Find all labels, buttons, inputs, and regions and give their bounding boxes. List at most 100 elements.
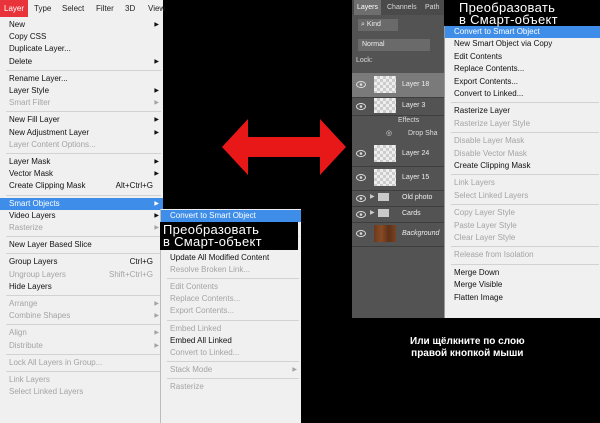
menu-item-group-layers[interactable]: Group Layers Ctrl+G (0, 256, 163, 268)
menubar-filter[interactable]: Filter (96, 0, 114, 17)
submenu-arrow-icon: ▶ (154, 171, 159, 178)
menu-item-create-clipping-mask[interactable]: Create Clipping Mask (445, 160, 600, 172)
chevron-right-icon[interactable]: ▶ (370, 193, 375, 200)
eye-icon[interactable] (356, 195, 366, 202)
submenu-arrow-icon: ▶ (154, 200, 159, 207)
menubar-view[interactable]: View (148, 0, 165, 17)
layer-row[interactable]: ▶ Cards (352, 206, 444, 223)
menu-item-label: Update All Modified Content (170, 252, 270, 262)
layer-row[interactable]: Layer 15 (352, 166, 444, 191)
submenu-arrow-icon: ▶ (154, 330, 159, 337)
menu-separator (167, 361, 299, 363)
menu-item-merge-visible[interactable]: Merge Visible (445, 279, 600, 291)
menu-item-label: Stack Mode (170, 365, 213, 375)
menu-item-label: Arrange (9, 299, 38, 308)
menu-item-convert-to-linked: Convert to Linked... (161, 347, 301, 359)
layer-row[interactable]: Background (352, 222, 444, 247)
menu-item-rasterize: Rasterize (161, 381, 301, 393)
menu-item-label: Link Layers (454, 178, 495, 188)
menu-separator (6, 295, 161, 296)
menu-separator (167, 278, 299, 279)
menu-item-rename-layer[interactable]: Rename Layer... (0, 73, 163, 85)
menu-item-label: Combine Shapes (9, 311, 71, 321)
menu-item-video-layers[interactable]: Video Layers ▶ (0, 210, 163, 222)
tab-layers[interactable]: Layers (354, 0, 382, 15)
menu-item-label: Convert to Linked... (170, 348, 240, 357)
menu-separator (6, 353, 161, 355)
menu-item-smart-filter: Smart Filter ▶ (0, 97, 163, 109)
callout-right-bottom: Или щёлкните по слою правой кнопкой мыши (410, 336, 525, 359)
tab-paths[interactable]: Path (422, 0, 442, 15)
menu-item-convert-to-smart-object[interactable]: Convert to Smart Object (161, 210, 301, 222)
menu-item-label: Smart Filter (9, 98, 51, 108)
menu-item-convert-to-smart-object[interactable]: Convert to Smart Object (445, 26, 600, 38)
menu-item-label: Layer Content Options... (9, 139, 96, 149)
layer-row[interactable]: ▶ Old photo (352, 190, 444, 207)
menu-item-hide-layers[interactable]: Hide Layers (0, 281, 163, 293)
menu-item-label: Merge Visible (454, 280, 503, 290)
menu-item-label: Lock All Layers in Group... (9, 357, 103, 367)
effects-row[interactable]: Effects (352, 115, 444, 127)
menu-item-arrange: Arrange ▶ (0, 298, 163, 310)
eye-icon[interactable] (356, 81, 366, 88)
menubar-layer[interactable]: Layer (0, 0, 29, 17)
menu-item-new[interactable]: New ▶ (0, 19, 163, 31)
menu-item-shortcut: Ctrl+G (129, 257, 153, 267)
callout-right-top: Преобразовать в Смарт-объект (459, 0, 558, 27)
menu-item-label: New (9, 20, 26, 29)
menu-item-vector-mask[interactable]: Vector Mask ▶ (0, 168, 163, 180)
blend-mode-value: Normal (362, 41, 385, 48)
chevron-right-icon[interactable]: ▶ (370, 209, 375, 216)
menu-item-release-from-isolation: Release from Isolation (445, 249, 600, 261)
menu-item-flatten-image[interactable]: Flatten Image (445, 292, 600, 304)
menu-item-create-clipping-mask[interactable]: Create Clipping Mask Alt+Ctrl+G (0, 180, 163, 192)
menu-item-export-contents[interactable]: Export Contents... (445, 76, 600, 88)
eye-icon[interactable] (356, 230, 366, 237)
menubar-type[interactable]: Type (34, 0, 51, 17)
menu-item-merge-down[interactable]: Merge Down (445, 267, 600, 279)
menu-item-select-linked-layers: Select Linked Layers (0, 386, 163, 398)
blend-mode-select[interactable]: Normal (358, 39, 430, 51)
folder-icon (378, 193, 389, 201)
kind-label: Kind (366, 21, 381, 28)
eye-icon[interactable] (356, 211, 366, 218)
menu-item-smart-objects[interactable]: Smart Objects ▶ (0, 197, 163, 210)
eye-icon[interactable] (356, 150, 366, 157)
submenu-arrow-icon: ▶ (154, 225, 159, 231)
menu-item-new-layer-based-slice[interactable]: New Layer Based Slice (0, 239, 163, 251)
menu-item-copy-css[interactable]: Copy CSS (0, 31, 163, 43)
kind-filter[interactable]: ⌕ Kind (358, 19, 398, 31)
menu-item-label: Merge Down (454, 267, 500, 277)
menu-item-embed-all-linked[interactable]: Embed All Linked (161, 335, 301, 347)
menu-item-distribute: Distribute ▶ (0, 340, 163, 352)
menu-item-layer-style[interactable]: Layer Style ▶ (0, 85, 163, 97)
menu-item-layer-mask[interactable]: Layer Mask ▶ (0, 156, 163, 168)
menu-item-label: Smart Objects (9, 198, 60, 208)
menu-item-label: Rasterize (9, 223, 43, 232)
menu-item-duplicate-layer[interactable]: Duplicate Layer... (0, 43, 163, 55)
menu-item-delete[interactable]: Delete ▶ (0, 56, 163, 68)
eye-icon[interactable] (356, 103, 366, 110)
menu-item-new-smart-object-via-copy[interactable]: New Smart Object via Copy (445, 38, 600, 50)
layer-row[interactable]: Layer 24 (352, 142, 444, 167)
eye-icon[interactable] (356, 174, 366, 181)
menu-item-label: Convert to Smart Object (454, 27, 540, 36)
menu-item-shortcut: Alt+Ctrl+G (115, 181, 153, 191)
menu-item-edit-contents[interactable]: Edit Contents (445, 51, 600, 63)
menu-item-label: Edit Contents (170, 282, 219, 291)
menu-item-new-adjustment-layer[interactable]: New Adjustment Layer ▶ (0, 127, 163, 139)
layer-row[interactable]: Layer 3 (352, 97, 444, 116)
tab-channels[interactable]: Channels (384, 0, 420, 15)
menu-item-replace-contents[interactable]: Replace Contents... (445, 63, 600, 75)
drop-shadow-row[interactable]: ◎ Drop Sha (352, 127, 444, 141)
menu-item-new-fill-layer[interactable]: New Fill Layer ▶ (0, 114, 163, 126)
menu-item-ungroup-layers: Ungroup Layers Shift+Ctrl+G (0, 269, 163, 281)
menu-item-rasterize-layer[interactable]: Rasterize Layer (445, 105, 600, 117)
menu-item-update-all-modified-content[interactable]: Update All Modified Content (161, 252, 301, 264)
layer-row[interactable]: Layer 18 (352, 73, 444, 98)
menubar-3d[interactable]: 3D (125, 0, 135, 17)
menubar-select[interactable]: Select (62, 0, 84, 17)
menu-separator (167, 378, 299, 380)
effect-icon: ◎ (386, 130, 393, 137)
menu-item-convert-to-linked[interactable]: Convert to Linked... (445, 88, 600, 100)
